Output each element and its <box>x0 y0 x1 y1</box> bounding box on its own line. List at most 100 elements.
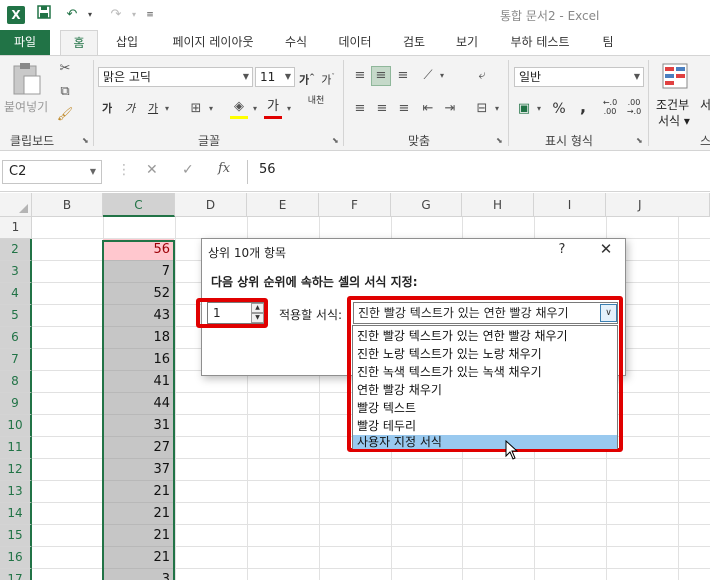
row-header[interactable]: 17 <box>0 569 32 580</box>
format-option-custom[interactable]: 사용자 지정 서식 <box>353 435 617 449</box>
fill-color-icon[interactable]: ◈ <box>230 98 248 119</box>
insert-function-icon[interactable]: fx <box>218 161 230 176</box>
format-option[interactable]: 빨강 테두리 <box>353 418 617 435</box>
format-option[interactable]: 진한 빨강 텍스트가 있는 연한 빨강 채우기 <box>353 328 617 345</box>
chevron-down-icon[interactable]: ▾ <box>534 100 544 118</box>
tab-load-test[interactable]: 부하 테스트 <box>500 30 580 55</box>
cancel-icon[interactable]: ✕ <box>146 162 158 178</box>
row-header[interactable]: 7 <box>0 349 32 371</box>
align-left-icon[interactable]: ≡ <box>350 100 370 118</box>
close-button[interactable]: ✕ <box>597 240 615 258</box>
orientation-icon[interactable]: ⟋ <box>418 67 438 85</box>
column-header-h[interactable]: H <box>462 193 534 217</box>
column-header-f[interactable]: F <box>319 193 391 217</box>
column-header-g[interactable]: G <box>391 193 462 217</box>
select-all-button[interactable] <box>0 193 32 217</box>
shrink-font-icon[interactable]: 가ˇ <box>320 68 336 90</box>
row-header[interactable]: 9 <box>0 393 32 415</box>
undo-icon[interactable]: ↶ <box>62 5 82 25</box>
border-icon[interactable]: ⊞ <box>188 100 204 118</box>
font-color-icon[interactable]: 가 <box>264 98 282 119</box>
row-header[interactable]: 8 <box>0 371 32 393</box>
chevron-down-icon[interactable]: ▾ <box>284 100 294 118</box>
row-header[interactable]: 3 <box>0 261 32 283</box>
align-bottom-icon[interactable]: ≡ <box>393 67 413 85</box>
tab-team[interactable]: 팀 <box>594 30 622 55</box>
decrease-decimal-icon[interactable]: .00 →.0 <box>624 98 644 116</box>
column-header-i[interactable]: I <box>534 193 606 217</box>
increase-decimal-icon[interactable]: ←.0.00 <box>600 98 620 116</box>
row-header[interactable]: 16 <box>0 547 32 569</box>
format-as-table-label-partial[interactable]: 서 <box>700 96 710 113</box>
row-header[interactable]: 15 <box>0 525 32 547</box>
enter-icon[interactable]: ✓ <box>182 162 194 178</box>
tab-file[interactable]: 파일 <box>0 30 50 55</box>
align-middle-icon[interactable]: ≡ <box>371 66 391 86</box>
grow-font-icon[interactable]: 가^ <box>299 68 315 90</box>
tab-insert[interactable]: 삽입 <box>106 30 148 55</box>
cut-icon[interactable]: ✂ <box>56 60 74 78</box>
paste-button[interactable]: 붙여넣기 <box>4 60 48 120</box>
font-launcher-icon[interactable]: ⬊ <box>332 136 339 145</box>
format-option[interactable]: 진한 녹색 텍스트가 있는 녹색 채우기 <box>353 364 617 381</box>
row-header[interactable]: 13 <box>0 481 32 503</box>
increase-indent-icon[interactable]: ⇥ <box>440 100 460 118</box>
row-header[interactable]: 4 <box>0 283 32 305</box>
italic-icon[interactable]: 가 <box>123 100 137 118</box>
font-name-select[interactable]: 맑은 고딕 ▼ <box>98 67 253 87</box>
bold-icon[interactable]: 가 <box>100 100 114 118</box>
chevron-down-icon[interactable]: ▾ <box>250 100 260 118</box>
format-option[interactable]: 진한 노랑 텍스트가 있는 노랑 채우기 <box>353 346 617 363</box>
column-header-b[interactable]: B <box>32 193 103 217</box>
help-button[interactable]: ? <box>554 242 570 257</box>
format-option[interactable]: 빨강 텍스트 <box>353 400 617 417</box>
column-header-c[interactable]: C <box>103 193 175 217</box>
comma-style-button[interactable]: , <box>575 98 591 116</box>
row-header[interactable]: 11 <box>0 437 32 459</box>
align-right-icon[interactable]: ≡ <box>394 100 414 118</box>
merge-center-icon[interactable]: ⊟ <box>472 100 492 118</box>
alignment-launcher-icon[interactable]: ⬊ <box>496 136 503 145</box>
accounting-format-icon[interactable]: ▣ <box>514 100 534 118</box>
row-header[interactable]: 14 <box>0 503 32 525</box>
number-launcher-icon[interactable]: ⬊ <box>636 136 643 145</box>
number-format-select[interactable]: 일반 ▼ <box>514 67 644 87</box>
chevron-down-icon[interactable]: ▾ <box>492 100 502 118</box>
clipboard-launcher-icon[interactable]: ⬊ <box>82 136 89 145</box>
chevron-down-icon[interactable]: ▾ <box>206 100 216 118</box>
customize-icon[interactable]: ≡ <box>140 5 160 25</box>
wrap-text-icon[interactable]: ⤶ <box>472 67 492 85</box>
row-header[interactable]: 6 <box>0 327 32 349</box>
phonetic-guide-button[interactable]: 내천 <box>303 96 329 107</box>
format-option[interactable]: 연한 빨강 채우기 <box>353 382 617 399</box>
tab-home[interactable]: 홈 <box>60 30 98 55</box>
underline-icon[interactable]: 가 <box>146 100 160 118</box>
tab-page-layout[interactable]: 페이지 레이아웃 <box>160 30 266 55</box>
formula-input[interactable]: 56 <box>259 162 276 177</box>
column-header-e[interactable]: E <box>247 193 319 217</box>
align-top-icon[interactable]: ≡ <box>350 67 370 85</box>
save-icon[interactable] <box>34 5 54 25</box>
row-header[interactable]: 10 <box>0 415 32 437</box>
chevron-down-icon[interactable]: ▾ <box>162 100 172 118</box>
row-header[interactable]: 2 <box>0 239 32 261</box>
percent-style-button[interactable]: % <box>551 100 567 118</box>
row-header[interactable]: 12 <box>0 459 32 481</box>
format-painter-icon[interactable]: 🖌 <box>56 106 74 124</box>
column-header-j[interactable]: J <box>606 193 710 217</box>
chevron-down-icon[interactable]: ▾ <box>437 67 447 85</box>
tab-review[interactable]: 검토 <box>394 30 434 55</box>
font-size-select[interactable]: 11 ▼ <box>255 67 295 87</box>
row-header[interactable]: 1 <box>0 217 32 239</box>
tab-view[interactable]: 보기 <box>447 30 487 55</box>
tab-data[interactable]: 데이터 <box>330 30 380 55</box>
name-box[interactable]: C2 ▼ <box>2 160 102 184</box>
align-center-icon[interactable]: ≡ <box>372 100 392 118</box>
undo-dropdown-icon[interactable]: ▾ <box>80 5 100 25</box>
copy-icon[interactable]: ⧉ <box>56 83 74 101</box>
tab-formulas[interactable]: 수식 <box>278 30 314 55</box>
conditional-formatting-button[interactable]: 조건부 서식 ▾ <box>654 60 696 130</box>
column-header-d[interactable]: D <box>175 193 247 217</box>
decrease-indent-icon[interactable]: ⇤ <box>418 100 438 118</box>
redo-icon[interactable]: ↷ <box>106 5 126 25</box>
